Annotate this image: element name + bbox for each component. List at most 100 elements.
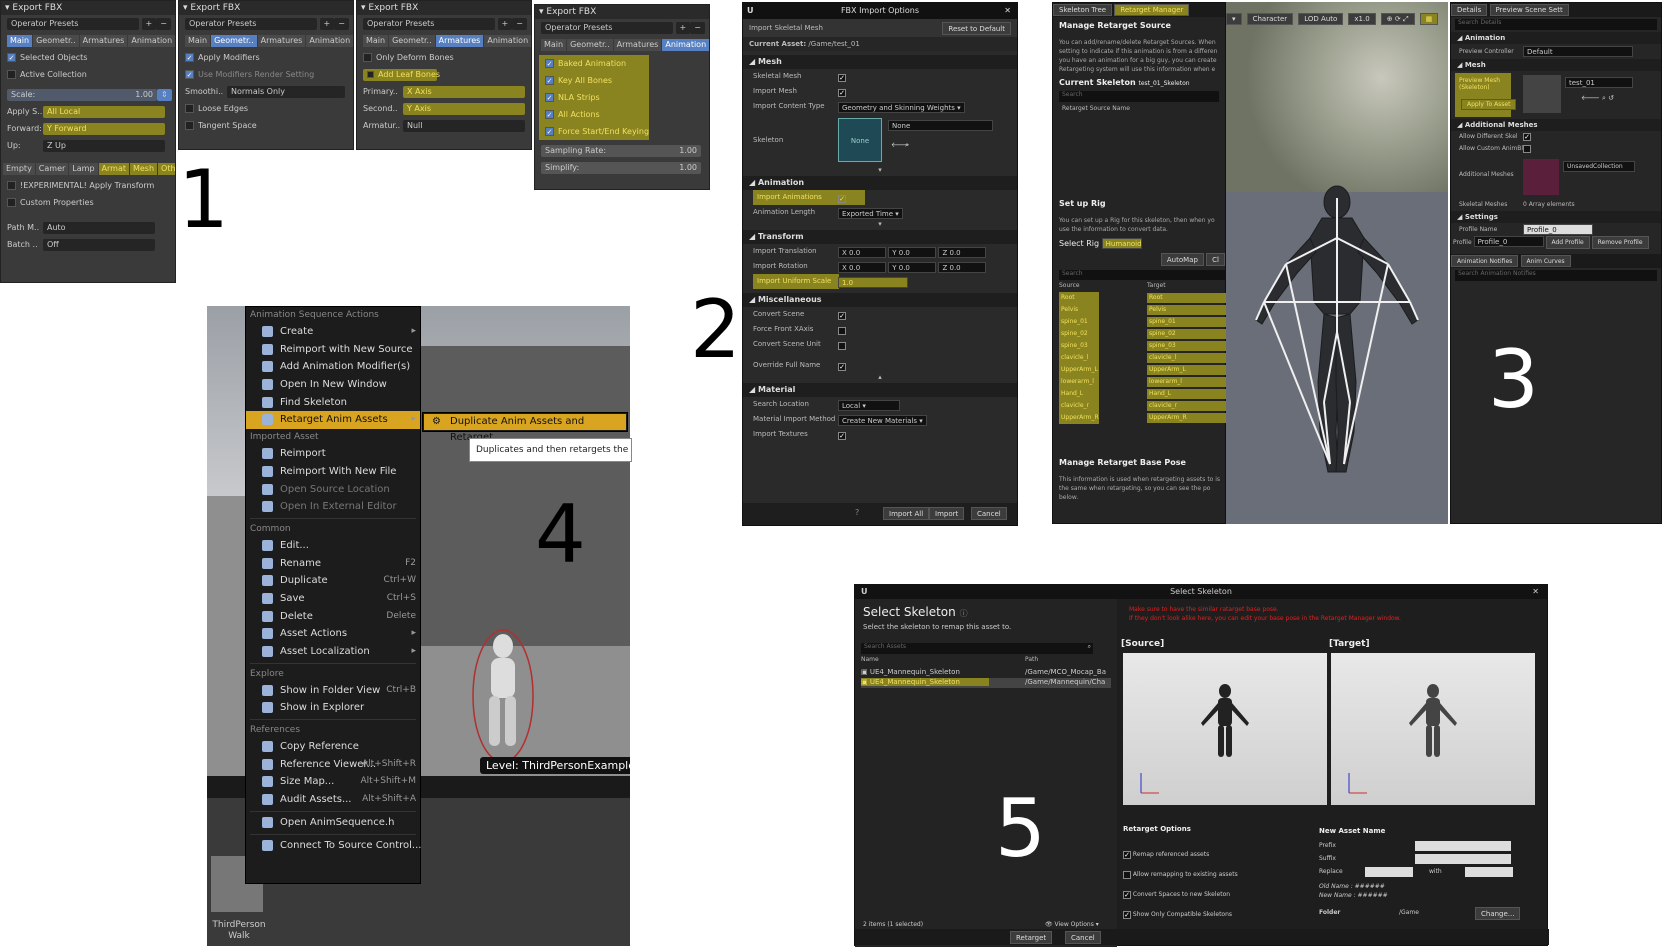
- section-miscellaneous[interactable]: ◢ Miscellaneous: [743, 293, 1017, 307]
- path-column-header[interactable]: Path: [1025, 656, 1038, 663]
- target-bone-dropdown[interactable]: Hand_L: [1147, 389, 1227, 399]
- allow-remapping-checkbox[interactable]: [1123, 870, 1131, 879]
- preview-controller-dropdown[interactable]: Default: [1523, 46, 1633, 57]
- name-column-header[interactable]: Name: [861, 656, 879, 663]
- bone-mapping-row[interactable]: UpperArm_L UpperArm_L: [1059, 364, 1227, 376]
- forward-dropdown[interactable]: Y Forward: [43, 122, 165, 135]
- scale-field[interactable]: Scale: 1.00: [7, 88, 157, 101]
- menu-item-reference-viewer[interactable]: Reference Viewer... Alt+Shift+R: [246, 756, 420, 774]
- tab-animation[interactable]: Animation: [128, 35, 175, 47]
- tab-animation-notifies[interactable]: Animation Notifies: [1451, 255, 1519, 267]
- duplicate-anim-assets-and-retarget-item[interactable]: ⚙Duplicate Anim Assets and Retarget: [424, 414, 626, 443]
- menu-item-open-in-new-window[interactable]: Open In New Window: [246, 376, 420, 394]
- add-leaf-bones-toggle[interactable]: Add Leaf Bones: [363, 68, 440, 81]
- section-animation[interactable]: ◢ Animation: [743, 176, 1017, 190]
- rotation-z-field[interactable]: Z 0.0: [938, 262, 987, 273]
- menu-item-edit[interactable]: Edit...: [246, 537, 420, 555]
- rig-dropdown[interactable]: Humanoid: [1101, 238, 1142, 249]
- target-bone-dropdown[interactable]: spine_02: [1147, 329, 1227, 339]
- help-icon[interactable]: ?: [855, 508, 859, 517]
- with-input[interactable]: [1465, 867, 1513, 877]
- bone-mapping-row[interactable]: spine_01 spine_01: [1059, 316, 1227, 328]
- section-material[interactable]: ◢ Material: [743, 383, 1017, 397]
- reset-to-default-button[interactable]: Reset to Default: [942, 22, 1011, 35]
- import-textures-checkbox[interactable]: ✓: [838, 432, 846, 440]
- menu-item-asset-actions[interactable]: Asset Actions ▸: [246, 625, 420, 643]
- menu-item-duplicate[interactable]: Duplicate Ctrl+W: [246, 572, 420, 590]
- browse-icons[interactable]: 🡐 ⌕ ↺: [1581, 93, 1614, 103]
- open-animsequence-h-item[interactable]: Open AnimSequence.h: [246, 814, 420, 832]
- bone-mapping-row[interactable]: spine_02 spine_02: [1059, 328, 1227, 340]
- menu-item-show-in-folder-view[interactable]: Show in Folder View Ctrl+B: [246, 682, 420, 700]
- skeletal-mesh-checkbox[interactable]: ✓: [838, 74, 846, 82]
- target-preview-viewport[interactable]: [1331, 653, 1535, 805]
- nla-strips-checkbox[interactable]: ✓: [545, 93, 554, 102]
- armature-node-type-dropdown[interactable]: Null: [403, 119, 525, 132]
- type-armature[interactable]: Armat: [98, 163, 129, 175]
- search-notifies-input[interactable]: Search Animation Notifies: [1455, 270, 1657, 281]
- search-details-input[interactable]: Search Details: [1455, 19, 1657, 30]
- tab-main[interactable]: Main: [185, 35, 211, 47]
- search-assets-input[interactable]: Search Assets ⌕: [861, 643, 1093, 654]
- translation-x-field[interactable]: X 0.0: [838, 247, 886, 258]
- rotation-y-field[interactable]: Y 0.0: [888, 262, 937, 273]
- convert-spaces-checkbox[interactable]: ✓: [1123, 890, 1131, 899]
- apply-scale-dropdown[interactable]: All Local: [43, 105, 165, 118]
- force-start-end-keying-checkbox[interactable]: ✓: [545, 127, 554, 136]
- cancel-button[interactable]: Cancel: [971, 507, 1007, 520]
- menu-item-size-map[interactable]: Size Map... Alt+Shift+M: [246, 773, 420, 791]
- bone-mapping-row[interactable]: clavicle_l clavicle_l: [1059, 352, 1227, 364]
- source-search-input[interactable]: Search: [1059, 91, 1219, 102]
- skeleton-row-selected[interactable]: ▣ UE4_Mannequin_Skeleton/Game/Mannequin/…: [861, 678, 1111, 688]
- scale-toggle-button[interactable]: ⇕: [157, 88, 172, 101]
- menu-item-delete[interactable]: Delete Delete: [246, 608, 420, 626]
- menu-item-audit-assets[interactable]: Audit Assets... Alt+Shift+A: [246, 791, 420, 809]
- target-bone-dropdown[interactable]: Pelvis: [1147, 305, 1227, 315]
- primary-bone-axis-dropdown[interactable]: X Axis: [403, 85, 525, 98]
- import-content-type-dropdown[interactable]: Geometry and Skinning Weights ▾: [838, 102, 965, 113]
- browse-search-icon[interactable]: ⌕: [905, 138, 909, 153]
- close-icon[interactable]: ✕: [1004, 3, 1011, 19]
- section-animation[interactable]: ◢ Animation: [1451, 32, 1661, 44]
- convert-scene-unit-checkbox[interactable]: [838, 342, 846, 350]
- automap-button[interactable]: AutoMap: [1160, 253, 1204, 266]
- tab-animation[interactable]: Animation: [484, 35, 531, 47]
- collapse-arrow-icon[interactable]: ▴: [743, 373, 1017, 383]
- type-lamp[interactable]: Lamp: [69, 163, 98, 175]
- rotation-x-field[interactable]: X 0.0: [838, 262, 886, 273]
- replace-input[interactable]: [1365, 867, 1413, 877]
- section-transform[interactable]: ◢ Transform: [743, 230, 1017, 244]
- tangent-space-checkbox[interactable]: [185, 121, 194, 130]
- profile-dropdown[interactable]: Profile_0: [1473, 236, 1544, 247]
- target-bone-dropdown[interactable]: spine_01: [1147, 317, 1227, 327]
- suffix-input[interactable]: [1415, 854, 1511, 864]
- source-preview-viewport[interactable]: [1123, 653, 1327, 805]
- tab-preview-scene-settings[interactable]: Preview Scene Sett: [1489, 4, 1569, 16]
- tab-skeleton-tree[interactable]: Skeleton Tree: [1053, 4, 1113, 16]
- material-import-method-dropdown[interactable]: Create New Materials ▾: [838, 415, 927, 426]
- remove-preset-button[interactable]: −: [156, 17, 171, 30]
- remap-referenced-checkbox[interactable]: ✓: [1123, 850, 1131, 859]
- menu-item-save[interactable]: Save Ctrl+S: [246, 590, 420, 608]
- secondary-bone-axis-dropdown[interactable]: Y Axis: [403, 102, 525, 115]
- menu-item-show-in-explorer[interactable]: Show in Explorer: [246, 699, 420, 717]
- uniform-scale-field[interactable]: 1.0: [838, 277, 908, 288]
- tab-geometry[interactable]: Geometr..: [33, 35, 79, 47]
- override-full-name-checkbox[interactable]: ✓: [838, 363, 846, 371]
- import-animations-checkbox[interactable]: ✓: [838, 195, 846, 203]
- bone-mapping-row[interactable]: Hand_L Hand_L: [1059, 388, 1227, 400]
- sampling-rate-field[interactable]: Sampling Rate: 1.00: [541, 144, 701, 157]
- remove-preset-button[interactable]: −: [512, 17, 527, 30]
- menu-item-open-in-external-editor[interactable]: Open In External Editor: [246, 498, 420, 516]
- target-bone-dropdown[interactable]: Root: [1147, 293, 1227, 303]
- retarget-button[interactable]: Retarget: [1010, 931, 1053, 944]
- add-profile-button[interactable]: Add Profile: [1545, 236, 1590, 249]
- active-collection-checkbox[interactable]: [7, 70, 16, 79]
- menu-item-reimport-with-new-source[interactable]: Reimport with New Source: [246, 341, 420, 359]
- section-additional-meshes[interactable]: ◢ Additional Meshes: [1451, 119, 1661, 131]
- tab-armatures[interactable]: Armatures: [79, 35, 128, 47]
- bone-search-input[interactable]: Search: [1059, 270, 1225, 280]
- target-bone-dropdown[interactable]: UpperArm_L: [1147, 365, 1227, 375]
- selected-objects-checkbox[interactable]: ✓: [7, 53, 16, 62]
- menu-item-rename[interactable]: Rename F2: [246, 555, 420, 573]
